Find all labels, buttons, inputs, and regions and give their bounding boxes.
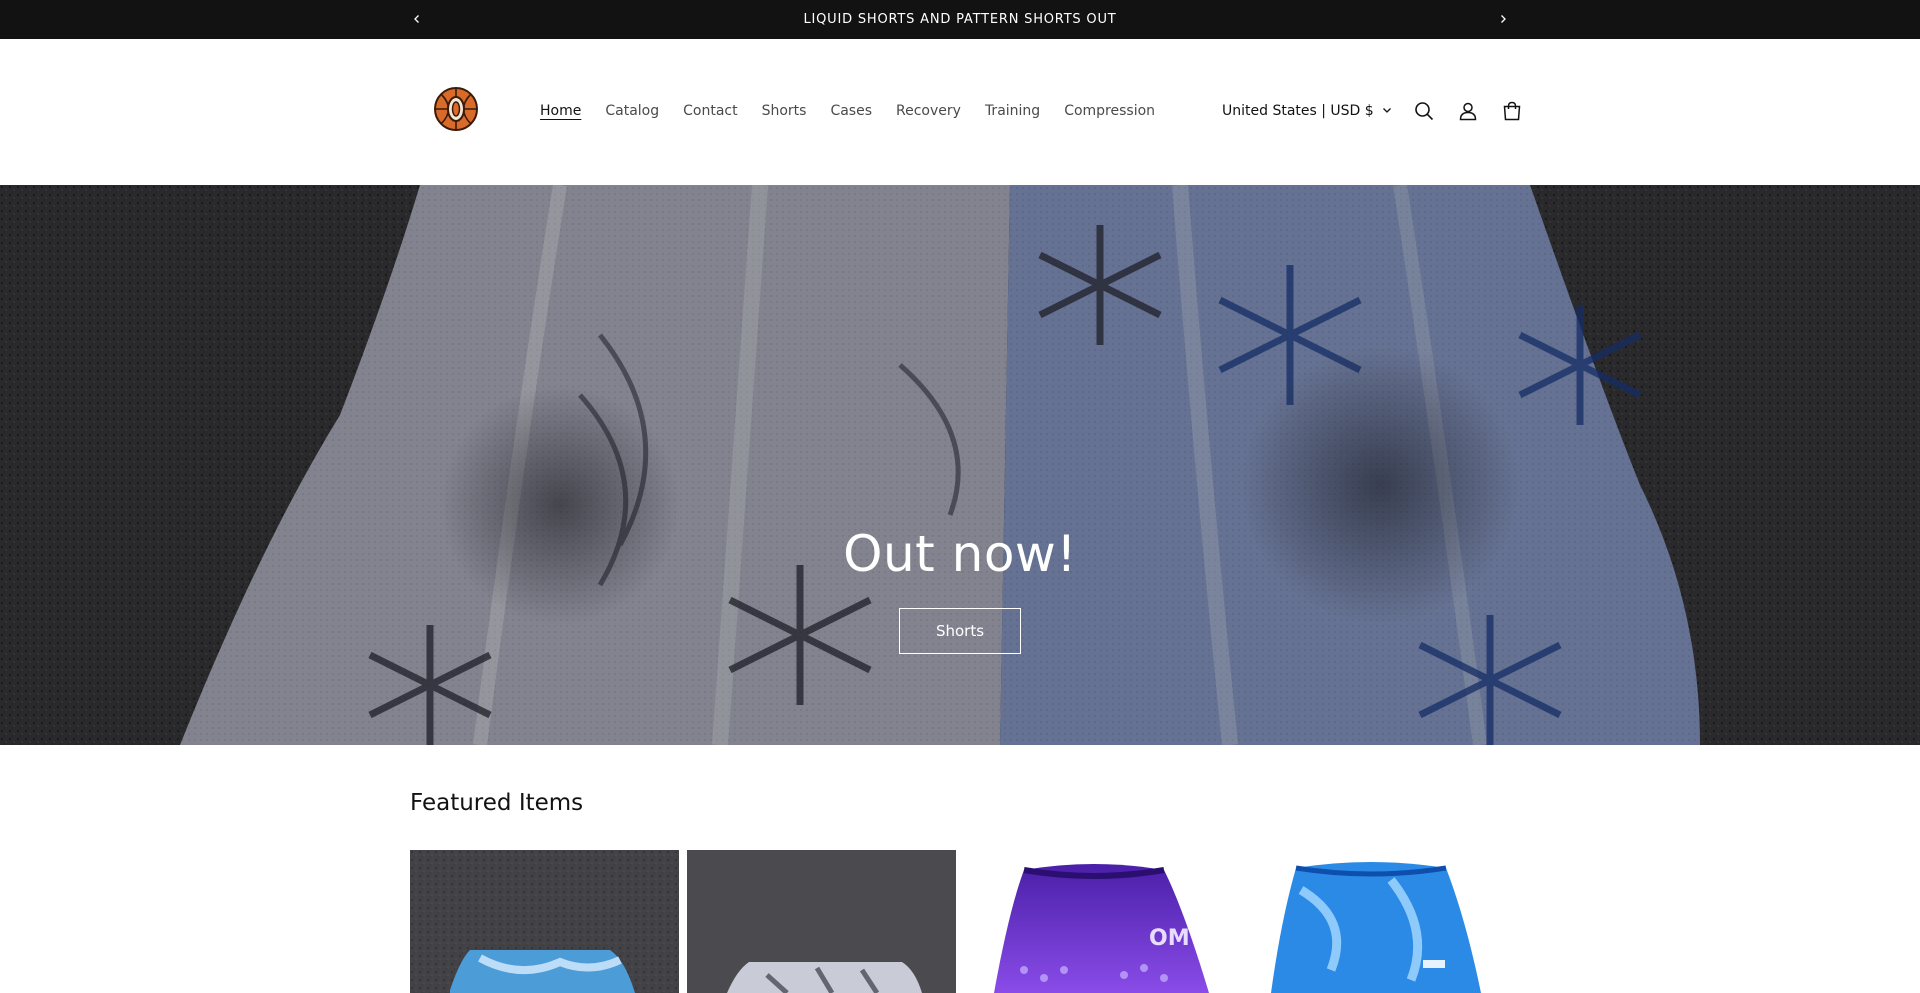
nav-item-compression[interactable]: Compression (1052, 103, 1167, 119)
account-icon[interactable] (1446, 89, 1490, 133)
country-selector[interactable]: United States | USD $ (1212, 103, 1402, 119)
announcement-text[interactable]: LIQUID SHORTS AND PATTERN SHORTS OUT (803, 12, 1116, 27)
announcement-bar: LIQUID SHORTS AND PATTERN SHORTS OUT (0, 0, 1920, 39)
product-image: OM (964, 850, 1233, 993)
hero-shorts-button[interactable]: Shorts (899, 608, 1021, 654)
product-image (410, 850, 679, 993)
product-card[interactable] (410, 850, 679, 993)
product-card[interactable] (1241, 850, 1510, 993)
search-icon[interactable] (1402, 89, 1446, 133)
featured-title: Featured Items (410, 790, 584, 816)
svg-text:OM: OM (1149, 926, 1190, 951)
product-card[interactable]: OM (964, 850, 1233, 993)
nav-item-cases[interactable]: Cases (818, 103, 884, 119)
nav-item-catalog[interactable]: Catalog (593, 103, 671, 119)
nav-item-home[interactable]: Home (528, 103, 593, 119)
header-actions: United States | USD $ (1212, 98, 1534, 124)
cart-icon[interactable] (1490, 89, 1534, 133)
nav-item-recovery[interactable]: Recovery (884, 103, 973, 119)
nav-item-contact[interactable]: Contact (671, 103, 749, 119)
hero-overlay (0, 185, 1920, 745)
hero-banner: Out now! Shorts (0, 185, 1920, 745)
chevron-left-icon[interactable] (407, 9, 427, 29)
product-image (687, 850, 956, 993)
nav-item-shorts[interactable]: Shorts (750, 103, 819, 119)
chevron-down-icon (1382, 103, 1392, 119)
product-image (1241, 850, 1510, 993)
basketball-logo-icon[interactable] (433, 86, 479, 132)
site-header: Home Catalog Contact Shorts Cases Recove… (0, 39, 1920, 185)
country-selector-label: United States | USD $ (1222, 103, 1374, 119)
chevron-right-icon[interactable] (1493, 9, 1513, 29)
product-grid: OM (410, 850, 1510, 993)
hero-title: Out now! (843, 525, 1077, 583)
nav-item-training[interactable]: Training (973, 103, 1052, 119)
product-card[interactable] (687, 850, 956, 993)
main-nav: Home Catalog Contact Shorts Cases Recove… (528, 99, 1167, 123)
